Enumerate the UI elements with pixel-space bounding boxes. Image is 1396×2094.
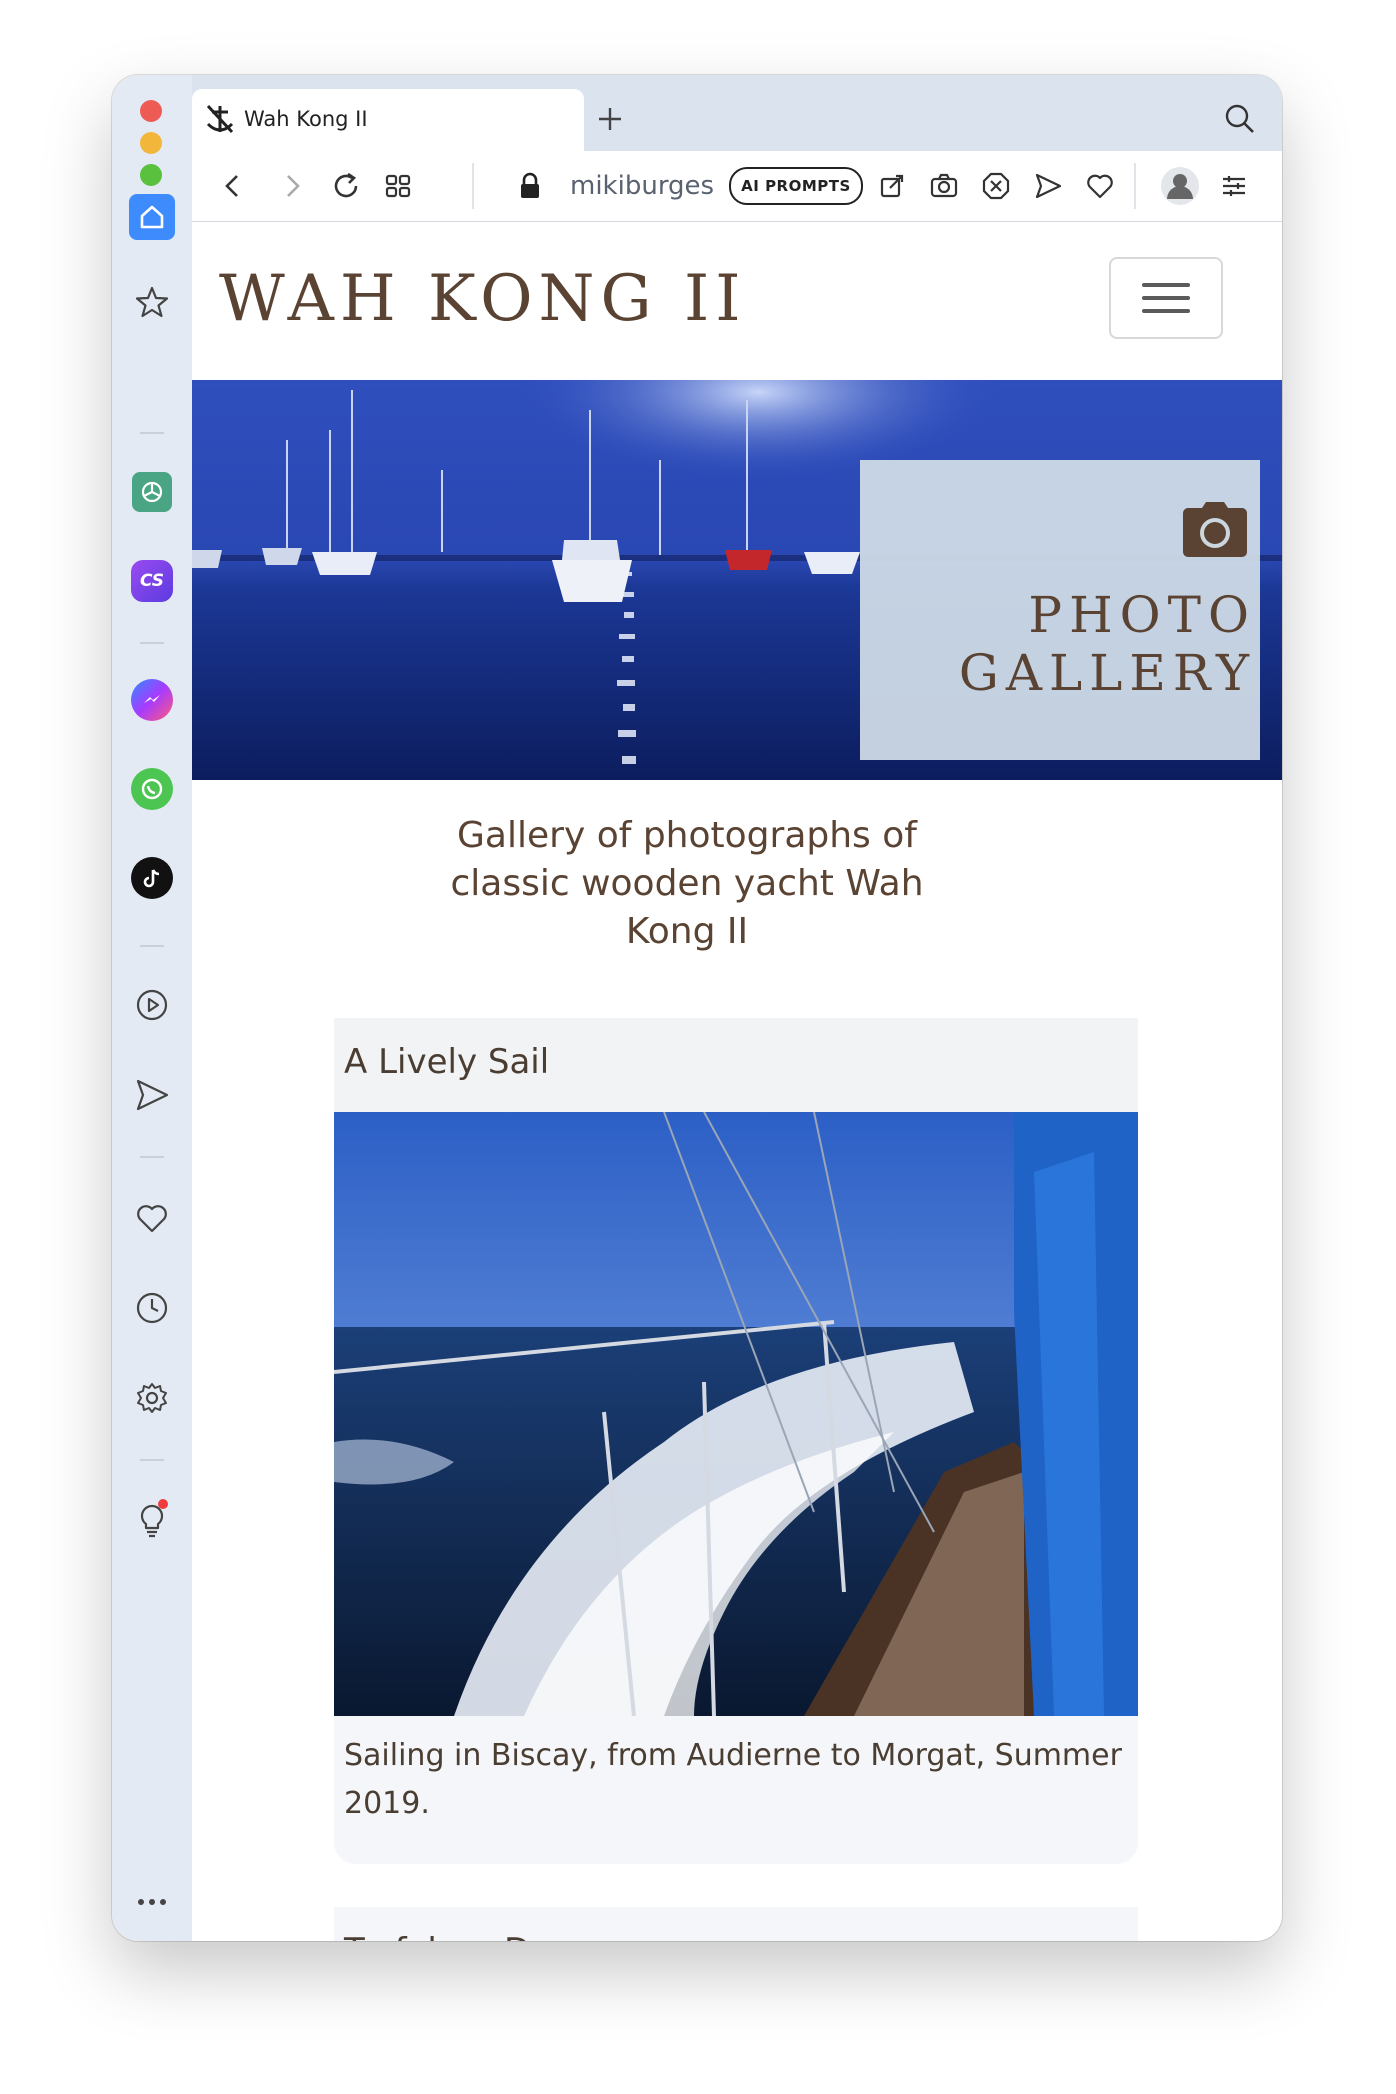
photo-caption: Sailing in Biscay, from Audierne to Morg… xyxy=(344,1738,1122,1821)
card-header: A Lively Sail xyxy=(334,1018,1138,1114)
forward-button[interactable] xyxy=(268,162,316,210)
address-toolbar: mikiburgess AI PROMPTS xyxy=(192,151,1282,222)
hamburger-line xyxy=(1142,309,1190,313)
gallery-card: Trafalgar Day xyxy=(334,1907,1138,1941)
bulb-icon[interactable] xyxy=(128,1494,176,1542)
nav-menu-button[interactable] xyxy=(1109,257,1223,339)
sidebar-separator xyxy=(140,945,164,947)
hamburger-line xyxy=(1142,283,1190,287)
sidebar-separator xyxy=(140,1459,164,1461)
profile-avatar-icon[interactable] xyxy=(1156,162,1204,210)
tab-bar: Wah Kong II xyxy=(192,75,1282,151)
cs-icon[interactable]: CS xyxy=(128,557,176,605)
hero-title-line1: PHOTO xyxy=(1028,586,1256,644)
block-icon[interactable] xyxy=(972,162,1020,210)
more-icon[interactable] xyxy=(128,1878,176,1926)
ai-prompts-button[interactable]: AI PROMPTS xyxy=(729,167,863,205)
heart-icon[interactable] xyxy=(128,1194,176,1242)
new-tab-button[interactable] xyxy=(592,101,628,137)
browser-window: CS Wah Kong II mikiburgess AI PROMPTS WA… xyxy=(112,75,1282,1941)
hero-banner: PHOTO GALLERY xyxy=(192,380,1282,780)
close-window-button[interactable] xyxy=(140,100,162,122)
tab-wah-kong[interactable]: Wah Kong II xyxy=(192,89,584,151)
tab-title: Wah Kong II xyxy=(244,107,368,131)
send-icon[interactable] xyxy=(1024,162,1072,210)
send-icon[interactable] xyxy=(128,1071,176,1119)
camera-icon[interactable] xyxy=(920,162,968,210)
gallery-title-panel: PHOTO GALLERY xyxy=(860,460,1260,760)
star-icon[interactable] xyxy=(128,278,176,326)
home-icon[interactable] xyxy=(128,193,176,241)
clock-icon[interactable] xyxy=(128,1284,176,1332)
settings-icon[interactable] xyxy=(128,1374,176,1422)
back-button[interactable] xyxy=(209,162,257,210)
messenger-icon[interactable] xyxy=(128,676,176,724)
card-title: Trafalgar Day xyxy=(344,1931,571,1941)
tab-grid-button[interactable] xyxy=(374,162,422,210)
browser-sidebar: CS xyxy=(112,75,192,1941)
whatsapp-icon[interactable] xyxy=(128,765,176,813)
sidebar-separator xyxy=(140,432,164,434)
hero-title: PHOTO GALLERY xyxy=(959,586,1256,702)
sidebar-separator xyxy=(140,642,164,644)
menu-sliders-icon[interactable] xyxy=(1210,162,1258,210)
address-bar[interactable]: mikiburgess xyxy=(570,171,715,201)
hero-title-line2: GALLERY xyxy=(958,644,1256,702)
minimize-window-button[interactable] xyxy=(140,132,162,154)
anchor-favicon-icon xyxy=(204,102,236,140)
maximize-window-button[interactable] xyxy=(140,164,162,186)
cs-label: CS xyxy=(131,560,173,602)
card-title: A Lively Sail xyxy=(344,1042,550,1082)
sailing-scene-svg xyxy=(334,1112,1138,1716)
play-icon[interactable] xyxy=(128,981,176,1029)
toolbar-divider xyxy=(472,163,474,209)
lock-icon[interactable] xyxy=(506,162,554,210)
site-brand[interactable]: WAH KONG II xyxy=(219,262,747,336)
hamburger-line xyxy=(1142,296,1190,300)
toolbar-divider xyxy=(1134,163,1136,209)
camera-icon xyxy=(1182,500,1248,562)
reload-button[interactable] xyxy=(322,162,370,210)
gallery-card: A Lively Sail Sailing in Biscay, from Au… xyxy=(334,1018,1138,1864)
page-lead-text: Gallery of photographs of classic wooden… xyxy=(450,815,924,952)
edit-share-icon[interactable] xyxy=(868,162,916,210)
heart-icon[interactable] xyxy=(1076,162,1124,210)
chatgpt-icon[interactable] xyxy=(128,468,176,516)
search-icon[interactable] xyxy=(1222,101,1258,137)
tiktok-icon[interactable] xyxy=(128,854,176,902)
sailing-photo[interactable] xyxy=(334,1112,1138,1716)
web-page: WAH KONG II PHOTO GALLERY Gallery of pho… xyxy=(192,222,1282,1941)
sidebar-separator xyxy=(140,1156,164,1158)
